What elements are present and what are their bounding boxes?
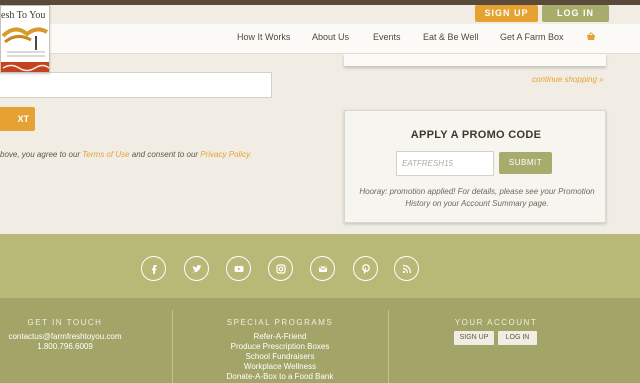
footer-divider: [388, 310, 389, 383]
twitter-icon[interactable]: [184, 256, 209, 281]
login-button[interactable]: LOG IN: [542, 5, 609, 22]
footer-divider: [172, 310, 173, 383]
footer-special-programs-heading: SPECIAL PROGRAMS: [226, 318, 334, 327]
footer-email-link[interactable]: contactus@farmfreshtoyou.com: [0, 332, 130, 341]
nav-get-a-farm-box[interactable]: Get A Farm Box: [500, 32, 564, 42]
utility-bar: SIGN UP LOG IN: [0, 5, 640, 24]
promo-code-input[interactable]: EATFRESH15: [396, 151, 494, 176]
nav-how-it-works[interactable]: How It Works: [237, 32, 290, 42]
checkout-input[interactable]: [0, 72, 272, 98]
basket-icon[interactable]: [586, 31, 596, 41]
terms-link[interactable]: Terms of Use: [82, 150, 129, 159]
order-summary-card: [344, 54, 606, 66]
promo-note: Hooray: promotion applied! For details, …: [359, 187, 595, 208]
footer-program-link[interactable]: Donate-A-Box to a Food Bank: [200, 372, 360, 381]
promo-submit-button[interactable]: SUBMIT: [499, 152, 552, 174]
footer-get-in-touch-heading: GET IN TOUCH: [27, 318, 103, 327]
privacy-link[interactable]: Privacy Policy.: [200, 150, 251, 159]
rss-icon[interactable]: [394, 256, 419, 281]
terms-middle: and consent to our: [129, 150, 201, 159]
nav-about-us[interactable]: About Us: [312, 32, 349, 42]
email-icon[interactable]: [310, 256, 335, 281]
promo-card: APPLY A PROMO CODE EATFRESH15 SUBMIT Hoo…: [344, 110, 606, 223]
footer-program-link[interactable]: Refer-A-Friend: [200, 332, 360, 341]
signup-button[interactable]: SIGN UP: [475, 5, 538, 22]
promo-title: APPLY A PROMO CODE: [410, 129, 542, 141]
footer-program-link[interactable]: School Fundraisers: [200, 352, 360, 361]
footer-your-account-heading: YOUR ACCOUNT: [454, 318, 538, 327]
nav-eat-be-well[interactable]: Eat & Be Well: [423, 32, 478, 42]
logo-art: [1, 27, 49, 72]
footer-program-link[interactable]: Workplace Wellness: [200, 362, 360, 371]
site-logo[interactable]: esh To You: [0, 5, 50, 73]
site-footer: GET IN TOUCH contactus@farmfreshtoyou.co…: [0, 298, 640, 383]
footer-signup-button[interactable]: SIGN UP: [454, 331, 494, 345]
instagram-icon[interactable]: [268, 256, 293, 281]
footer-program-link[interactable]: Produce Prescription Boxes: [200, 342, 360, 351]
pinterest-icon[interactable]: [353, 256, 378, 281]
facebook-icon[interactable]: [141, 256, 166, 281]
next-button[interactable]: XT: [0, 107, 35, 131]
nav-events[interactable]: Events: [373, 32, 401, 42]
terms-notice: bove, you agree to our Terms of Use and …: [0, 150, 252, 159]
terms-prefix: bove, you agree to our: [0, 150, 83, 159]
youtube-icon[interactable]: [226, 256, 251, 281]
logo-text: esh To You: [1, 10, 46, 21]
continue-shopping-link[interactable]: continue shopping »: [532, 75, 604, 84]
footer-phone[interactable]: 1.800.796.6009: [0, 342, 130, 351]
footer-login-button[interactable]: LOG IN: [498, 331, 537, 345]
